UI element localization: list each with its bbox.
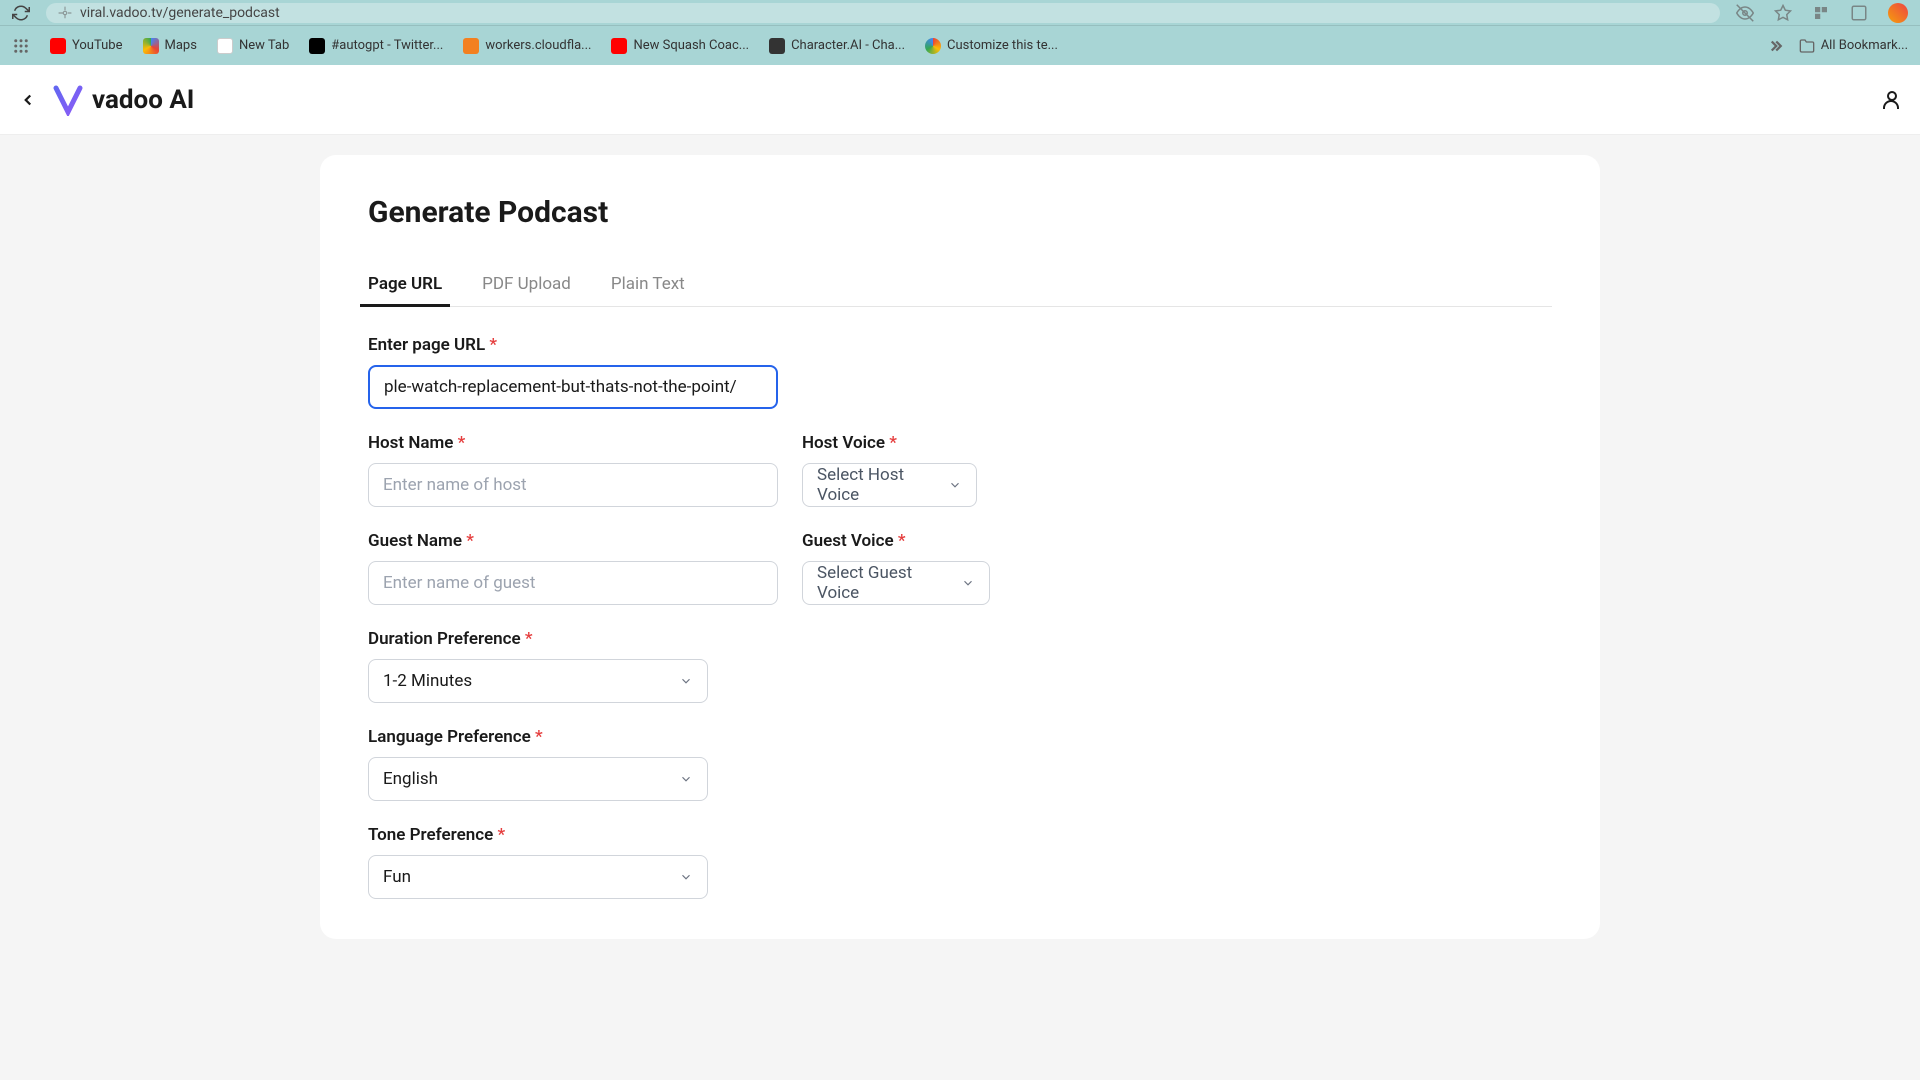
newtab-icon [217,38,233,54]
page-url-input[interactable] [368,365,778,409]
guest-name-label: Guest Name * [368,531,778,551]
page-url-group: Enter page URL * [368,335,1552,409]
host-voice-group: Host Voice * Select Host Voice [802,433,977,507]
x-twitter-icon [309,38,325,54]
chrome-icon [925,38,941,54]
language-group: Language Preference * English [368,727,1552,801]
url-text: viral.vadoo.tv/generate_podcast [80,5,280,21]
cloudflare-icon [463,38,479,54]
app-header: vadoo AI [0,65,1920,135]
bookmark-customize[interactable]: Customize this te... [917,34,1066,58]
logo[interactable]: vadoo AI [52,84,194,116]
folder-icon [1799,38,1815,54]
chevron-down-icon [679,870,693,884]
form-card: Generate Podcast Page URL PDF Upload Pla… [320,155,1600,939]
bookmarks-bar: YouTube Maps New Tab #autogpt - Twitter.… [0,25,1920,65]
star-icon[interactable] [1774,4,1792,22]
guest-row: Guest Name * Guest Voice * Select Guest … [368,531,1552,605]
page-title: Generate Podcast [368,195,1552,230]
url-bar[interactable]: viral.vadoo.tv/generate_podcast [46,3,1720,23]
maps-icon [143,38,159,54]
chevron-down-icon [961,576,975,590]
host-name-group: Host Name * [368,433,778,507]
duration-label: Duration Preference * [368,629,1552,649]
puzzle-icon[interactable] [1850,4,1868,22]
guest-voice-label: Guest Voice * [802,531,990,551]
overflow-icon[interactable] [1765,37,1783,55]
tab-plain-text[interactable]: Plain Text [611,262,685,306]
youtube-icon [611,38,627,54]
tone-group: Tone Preference * Fun [368,825,1552,899]
chevron-down-icon [948,478,962,492]
bookmark-squash[interactable]: New Squash Coac... [603,34,757,58]
all-bookmarks[interactable]: All Bookmark... [1799,38,1908,54]
characterai-icon [769,38,785,54]
language-select[interactable]: English [368,757,708,801]
host-voice-select[interactable]: Select Host Voice [802,463,977,507]
bookmark-newtab[interactable]: New Tab [209,34,297,58]
bookmark-cloudflare[interactable]: workers.cloudfla... [455,34,599,58]
bookmark-characterai[interactable]: Character.AI - Cha... [761,34,913,58]
tab-pdf-upload[interactable]: PDF Upload [482,262,571,306]
tone-select[interactable]: Fun [368,855,708,899]
browser-controls [12,4,30,22]
duration-group: Duration Preference * 1-2 Minutes [368,629,1552,703]
tone-label: Tone Preference * [368,825,1552,845]
youtube-icon [50,38,66,54]
chevron-down-icon [679,674,693,688]
bookmark-autogpt[interactable]: #autogpt - Twitter... [301,34,451,58]
tab-page-url[interactable]: Page URL [368,262,442,306]
reload-icon[interactable] [12,4,30,22]
user-icon[interactable] [1880,88,1904,112]
lock-icon [58,6,72,20]
language-label: Language Preference * [368,727,1552,747]
main-content: Generate Podcast Page URL PDF Upload Pla… [0,135,1920,959]
browser-chrome: viral.vadoo.tv/generate_podcast [0,0,1920,25]
host-name-input[interactable] [368,463,778,507]
tabs: Page URL PDF Upload Plain Text [368,262,1552,307]
apps-icon[interactable] [12,37,30,55]
logo-text: vadoo AI [92,85,194,115]
guest-voice-group: Guest Voice * Select Guest Voice [802,531,990,605]
logo-v-icon [52,84,84,116]
bookmark-youtube[interactable]: YouTube [42,34,131,58]
guest-name-group: Guest Name * [368,531,778,605]
extension-icon[interactable] [1812,4,1830,22]
browser-actions [1736,3,1908,23]
eye-icon[interactable] [1736,4,1754,22]
page-url-label: Enter page URL * [368,335,1552,355]
duration-select[interactable]: 1-2 Minutes [368,659,708,703]
profile-icon[interactable] [1888,3,1908,23]
guest-name-input[interactable] [368,561,778,605]
host-row: Host Name * Host Voice * Select Host Voi… [368,433,1552,507]
back-button[interactable] [16,88,40,112]
chevron-down-icon [679,772,693,786]
host-voice-label: Host Voice * [802,433,977,453]
bookmark-maps[interactable]: Maps [135,34,205,58]
guest-voice-select[interactable]: Select Guest Voice [802,561,990,605]
host-name-label: Host Name * [368,433,778,453]
